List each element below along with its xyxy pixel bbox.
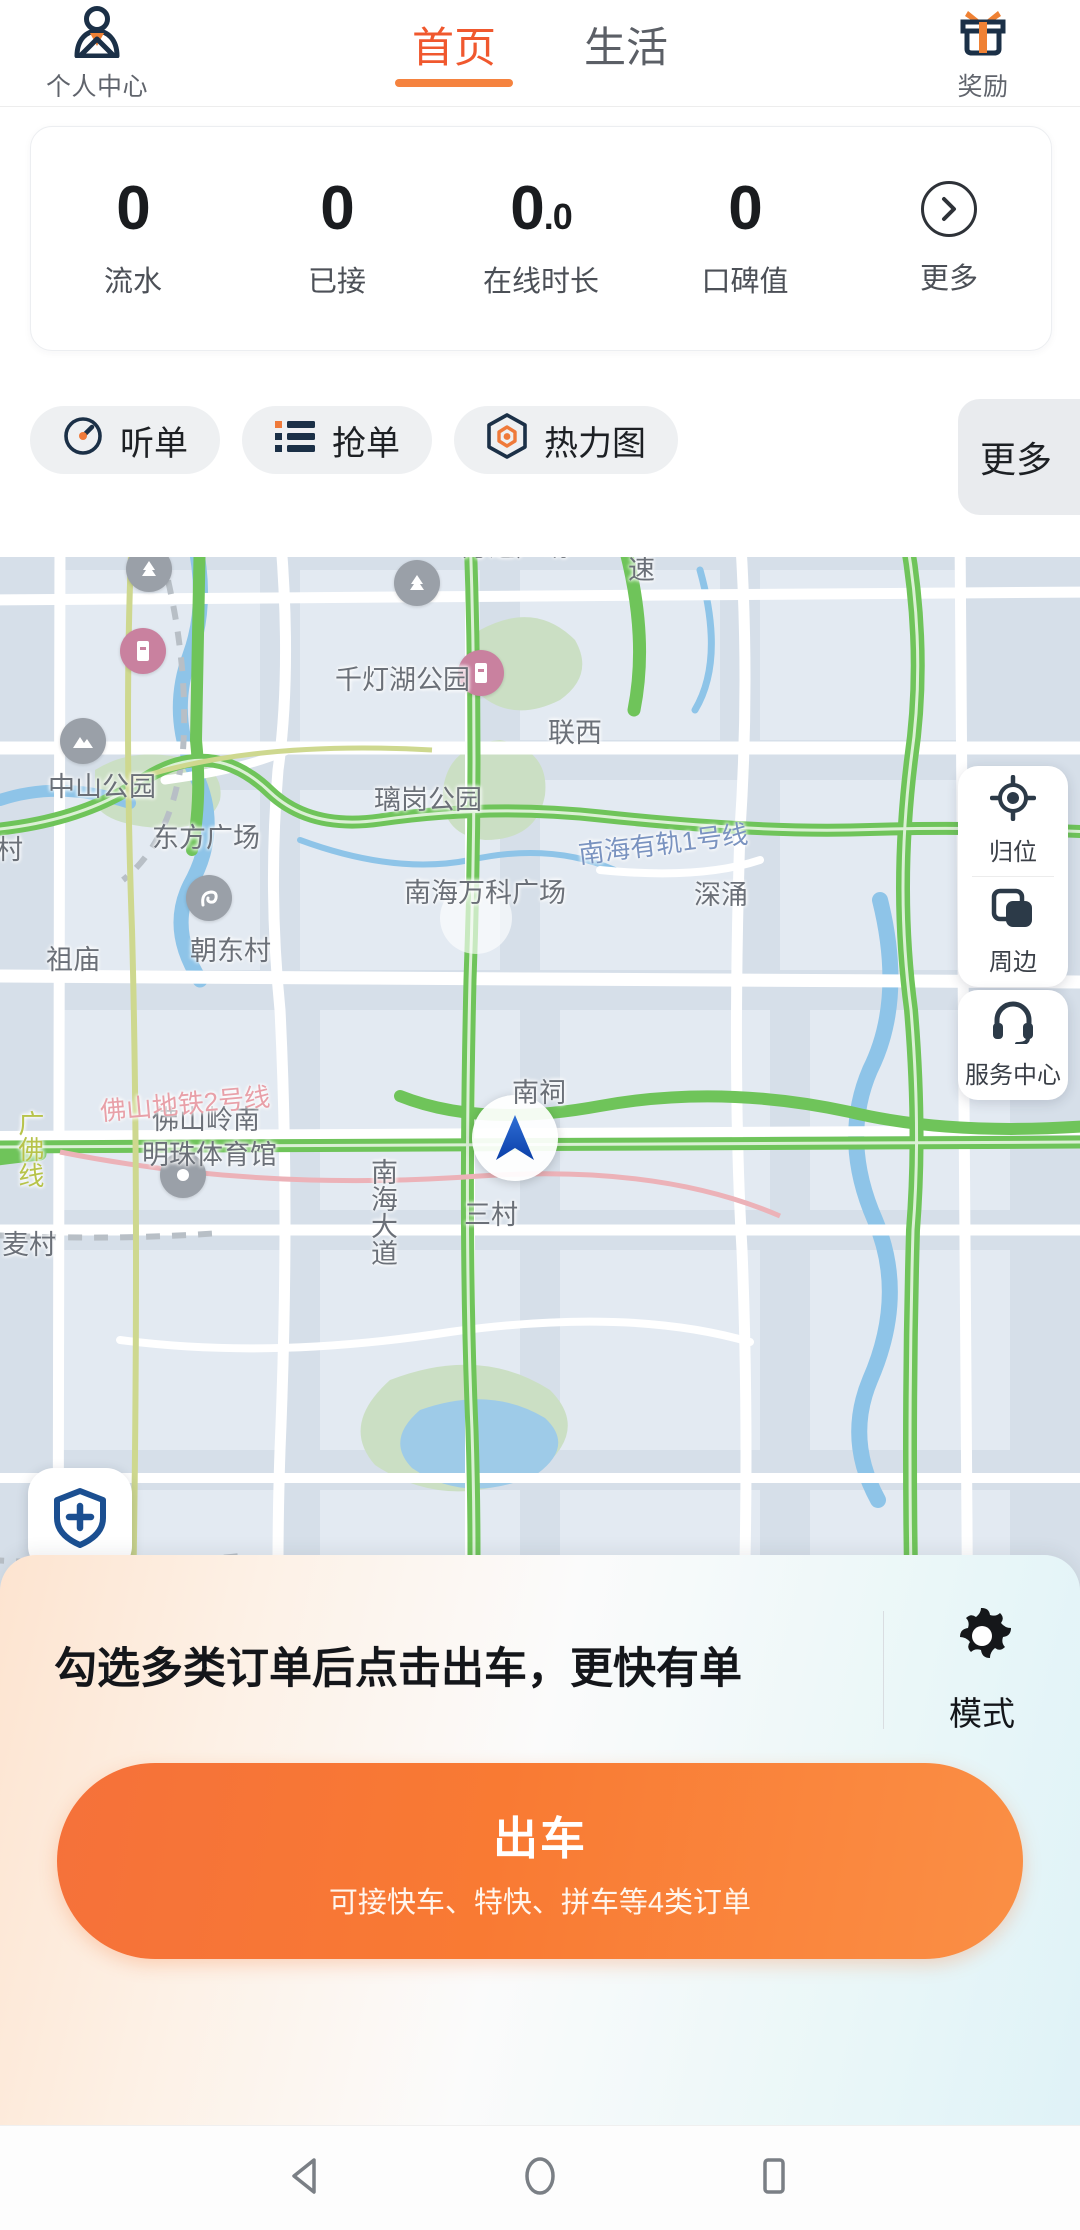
map-label: 广佛线 [14,1110,44,1188]
map-nearby-label: 周边 [989,942,1037,977]
go-online-subtitle: 可接快车、特快、拼车等4类订单 [329,1879,751,1921]
hexagon-heatmap-icon [486,413,528,468]
circle-home-icon[interactable] [518,2154,562,2203]
poi-marker[interactable] [60,718,106,764]
map-label: 东方广场 [152,823,260,854]
dashboard-panel: 0 流水 0 已接 0.0 在线时长 0 口碑值 更多 [0,107,1080,557]
pill-heatmap-label: 热力图 [544,416,646,465]
map-service-center-label: 服务中心 [965,1055,1061,1090]
stat-online-duration[interactable]: 0.0 在线时长 [439,178,643,300]
stats-more-button[interactable]: 更多 [847,181,1051,297]
map-label: 祖庙 [46,945,100,976]
pill-listen-orders[interactable]: 听单 [30,406,220,474]
map-recenter-label: 归位 [989,832,1037,867]
stat-reputation-label: 口碑值 [701,258,788,300]
stats-more-label: 更多 [920,255,978,297]
map-label: 中山公园 [48,772,156,803]
sheet-header: 勾选多类订单后点击出车，更快有单 模式 [0,1555,1080,1785]
tab-life-label: 生活 [584,24,668,71]
layers-icon [990,887,1036,936]
headset-icon [990,1000,1036,1049]
quick-filter-row: 听单 抢单 [0,385,1080,495]
map-label: 深涌 [694,880,748,911]
map-label: 南海大道 [366,1158,397,1266]
map-label: 麦村 [2,1230,56,1261]
go-online-button[interactable]: 出车 可接快车、特快、拼车等4类订单 [57,1763,1023,1959]
tab-active-indicator [395,79,513,87]
poi-marker[interactable] [186,875,232,921]
map-label: 明珠体育馆 [142,1140,277,1171]
tab-life[interactable]: 生活 [576,14,676,95]
stat-revenue-label: 流水 [104,258,162,300]
reward-button[interactable]: 奖励 [908,6,1058,103]
go-online-title: 出车 [493,1802,587,1867]
stat-online-duration-value: 0 [510,174,543,243]
map-control-group-service: 服务中心 [958,990,1068,1100]
map-label: 南海万科广场 [404,878,566,909]
gift-icon [955,6,1011,63]
chevron-right-icon [921,181,977,237]
stat-reputation[interactable]: 0 口碑值 [643,178,847,300]
bottom-sheet: 勾选多类订单后点击出车，更快有单 模式 出车 可接快车、特快、拼车等4类订单 [0,1555,1080,2125]
gear-icon [952,1606,1012,1671]
map-label: 朝东村 [190,936,271,967]
stat-online-duration-label: 在线时长 [483,258,599,300]
map-label: 南祠 [512,1078,566,1109]
stats-card: 0 流水 0 已接 0.0 在线时长 0 口碑值 更多 [30,126,1052,351]
stat-reputation-value: 0 [728,178,761,240]
gauge-icon [62,415,104,466]
driver-home-screen: 个人中心 首页 生活 奖励 [0,0,1080,2230]
mode-button[interactable]: 模式 [884,1606,1080,1735]
list-icon [274,417,316,464]
stat-revenue-value: 0 [116,178,149,240]
map-label: 千灯湖公园 [335,665,470,696]
map-recenter-button[interactable]: 归位 [958,766,1068,876]
top-bar: 个人中心 首页 生活 奖励 [0,0,1080,107]
stat-accepted-value: 0 [320,178,353,240]
map-label: 三村 [464,1200,518,1231]
poi-marker[interactable] [120,628,166,674]
map-label: 村 [0,835,23,866]
android-nav-bar [0,2125,1080,2230]
map-service-center-button[interactable]: 服务中心 [958,990,1068,1100]
triangle-back-icon[interactable] [284,2154,328,2203]
reward-label: 奖励 [957,67,1008,103]
stat-revenue[interactable]: 0 流水 [31,178,235,300]
map-control-group-primary: 归位 周边 [958,766,1068,987]
pill-heatmap[interactable]: 热力图 [454,406,678,474]
pill-more-button[interactable]: 更多 [958,399,1080,515]
stat-online-duration-decimal: .0 [544,196,572,237]
map-label: 璃岗公园 [374,785,482,816]
recenter-icon [990,775,1036,826]
pill-listen-orders-label: 听单 [120,416,188,465]
tab-home-label: 首页 [412,24,496,71]
pill-more-label: 更多 [980,431,1052,483]
map-view[interactable]: 万达广场高速千灯湖公园联西中山公园璃岗公园东方广场南海有轨1号线南海万科广场深涌… [0,540,1080,1660]
poi-marker[interactable] [394,560,440,606]
square-recents-icon[interactable] [752,2154,796,2203]
pill-grab-orders[interactable]: 抢单 [242,406,432,474]
mode-label: 模式 [949,1687,1015,1735]
stat-accepted[interactable]: 0 已接 [235,178,439,300]
sheet-tip-text: 勾选多类订单后点击出车，更快有单 [54,1639,883,1700]
stat-accepted-label: 已接 [308,258,366,300]
tab-home[interactable]: 首页 [404,14,504,95]
shield-plus-icon [51,1487,109,1554]
map-nearby-button[interactable]: 周边 [958,877,1068,987]
pill-grab-orders-label: 抢单 [332,416,400,465]
map-label: 联西 [548,718,602,749]
